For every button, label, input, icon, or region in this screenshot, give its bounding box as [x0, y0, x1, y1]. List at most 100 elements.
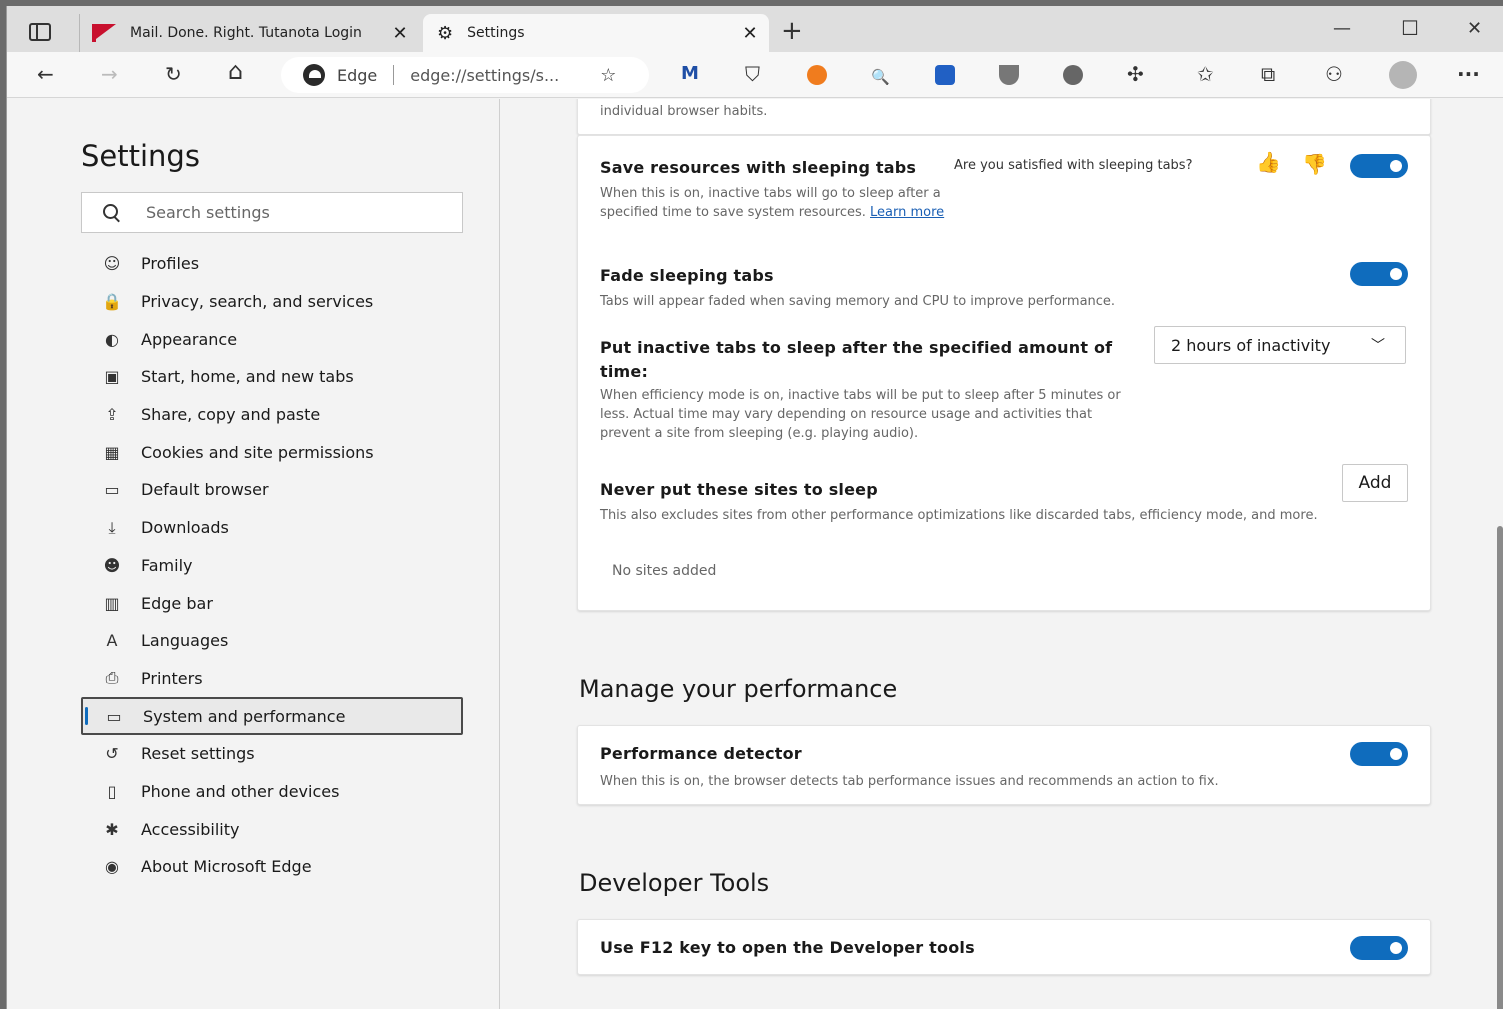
extension-search-icon[interactable]: 🔍 [871, 65, 890, 89]
sidebar-item-edge-bar[interactable]: ▥ Edge bar [81, 584, 463, 622]
toolbar: ← → ↻ ⌂ Edge edge://settings/s... ☆ M ⛉ … [7, 52, 1503, 98]
scrollbar[interactable] [1497, 526, 1503, 1009]
thumbs-down-icon[interactable]: 👎 [1302, 152, 1327, 176]
sidebar-item-appearance[interactable]: ◐ Appearance [81, 320, 463, 358]
sidebar-item-downloads[interactable]: ⤓ Downloads [81, 509, 463, 547]
sidebar-nav: ☺ Profiles 🔒 Privacy, search, and services… [81, 245, 463, 886]
sidebar-item-languages[interactable]: A Languages [81, 622, 463, 660]
sidebar-item-label: Edge bar [141, 593, 213, 613]
setting-description: When this is on, inactive tabs will go t… [600, 184, 950, 222]
back-icon[interactable]: ← [37, 62, 54, 86]
laptop-icon: ▭ [106, 706, 122, 726]
sidebar-item-cookies[interactable]: ▦ Cookies and site permissions [81, 433, 463, 471]
sidebar-item-privacy[interactable]: 🔒 Privacy, search, and services [81, 283, 463, 321]
sleeping-tabs-toggle[interactable] [1350, 154, 1408, 178]
cookies-icon: ▦ [104, 442, 120, 462]
extension-orange-icon[interactable] [807, 65, 827, 85]
setting-description: This also excludes sites from other perf… [600, 508, 1318, 523]
previous-setting-card: individual browser habits. [577, 99, 1431, 135]
extension-blue-shield-icon[interactable] [935, 65, 955, 85]
sidebar-item-label: Downloads [141, 518, 229, 538]
tab-title: Settings [467, 25, 525, 41]
add-site-button[interactable]: Add [1342, 464, 1408, 502]
edge-logo-icon [303, 64, 325, 86]
refresh-icon[interactable]: ↻ [165, 62, 182, 86]
tab-tutanota[interactable]: Mail. Done. Right. Tutanota Login ✕ [79, 14, 419, 52]
sidebar-item-label: Phone and other devices [141, 781, 340, 801]
favorite-star-icon[interactable]: ☆ [600, 65, 616, 86]
address-bar[interactable]: Edge edge://settings/s... ☆ [281, 57, 649, 93]
printer-icon: ⎙ [105, 668, 119, 688]
edge-bar-icon: ▥ [104, 593, 120, 613]
sidebar-item-system-performance[interactable]: ▭ System and performance [81, 697, 463, 735]
sidebar-item-family[interactable]: ☻ Family [81, 547, 463, 585]
f12-card: Use F12 key to open the Developer tools [577, 919, 1431, 975]
thumbs-up-icon[interactable]: 👍 [1256, 150, 1281, 174]
fade-tabs-toggle[interactable] [1350, 262, 1408, 286]
extensions-puzzle-icon[interactable]: ✣ [1127, 62, 1144, 86]
performance-detector-toggle[interactable] [1350, 742, 1408, 766]
setting-title: Save resources with sleeping tabs [600, 158, 917, 177]
sidebar-item-label: Printers [141, 668, 203, 688]
extension-badge-icon[interactable] [1063, 65, 1083, 85]
extension-m-icon[interactable]: M [681, 62, 699, 86]
collections-icon[interactable]: ⧉ [1261, 62, 1275, 86]
performance-detector-card: Performance detector When this is on, th… [577, 725, 1431, 805]
tab-strip: Mail. Done. Right. Tutanota Login ✕ ⚙ Se… [7, 6, 1503, 52]
share-icon[interactable]: ⚇ [1325, 62, 1343, 86]
sidebar-item-phone[interactable]: ▯ Phone and other devices [81, 773, 463, 811]
divider [393, 65, 395, 85]
sidebar-item-share-copy[interactable]: ⇪ Share, copy and paste [81, 396, 463, 434]
sidebar-item-label: Share, copy and paste [141, 405, 321, 425]
edge-logo-icon: ◉ [105, 857, 119, 877]
sidebar-item-accessibility[interactable]: ✱ Accessibility [81, 810, 463, 848]
forward-icon[interactable]: → [101, 62, 118, 86]
sidebar-item-reset[interactable]: ↺ Reset settings [81, 735, 463, 773]
minimize-icon[interactable]: — [1333, 18, 1351, 39]
close-window-icon[interactable]: ✕ [1467, 18, 1482, 39]
sidebar-item-label: System and performance [143, 706, 346, 726]
browser-window: Mail. Done. Right. Tutanota Login ✕ ⚙ Se… [6, 6, 1503, 1009]
sidebar-item-about[interactable]: ◉ About Microsoft Edge [81, 848, 463, 886]
shield-extension-icon[interactable]: ⛉ [745, 62, 760, 86]
profile-icon: ☺ [103, 254, 121, 274]
search-input[interactable] [146, 203, 446, 222]
section-heading: Developer Tools [579, 869, 770, 897]
sidebar-item-label: Privacy, search, and services [141, 292, 374, 312]
inactivity-select[interactable]: 2 hours of inactivity ﹀ [1154, 326, 1406, 364]
share-icon: ⇪ [105, 405, 119, 425]
search-box[interactable] [81, 192, 463, 233]
palette-icon: ◐ [105, 329, 119, 349]
favorites-icon[interactable]: ✩ [1197, 62, 1214, 86]
sidebar-item-default-browser[interactable]: ▭ Default browser [81, 471, 463, 509]
browser-icon: ▭ [104, 480, 120, 500]
more-icon[interactable]: ··· [1457, 62, 1480, 86]
setting-title: Fade sleeping tabs [600, 266, 774, 285]
home-icon[interactable]: ⌂ [228, 59, 243, 83]
setting-description: When this is on, the browser detects tab… [600, 774, 1219, 789]
gear-icon: ⚙ [437, 22, 454, 44]
settings-content: individual browser habits. Save resource… [501, 99, 1503, 1009]
learn-more-link[interactable]: Learn more [870, 205, 944, 220]
url-text[interactable]: edge://settings/s... [410, 66, 580, 85]
extension-gray-shield-icon[interactable] [999, 65, 1019, 85]
close-tab-icon[interactable]: ✕ [739, 23, 761, 44]
maximize-icon[interactable]: ☐ [1401, 16, 1419, 40]
phone-icon: ▯ [107, 781, 117, 801]
tab-settings[interactable]: ⚙ Settings ✕ [423, 14, 769, 52]
profile-avatar[interactable] [1389, 61, 1417, 89]
sidebar-item-profiles[interactable]: ☺ Profiles [81, 245, 463, 283]
tab-title: Mail. Done. Right. Tutanota Login [130, 25, 362, 41]
sidebar-item-label: Appearance [141, 329, 238, 349]
sidebar-item-start-home[interactable]: ▣ Start, home, and new tabs [81, 358, 463, 396]
new-tab-icon: ▣ [104, 367, 120, 387]
f12-toggle[interactable] [1350, 936, 1408, 960]
vertical-tabs-icon[interactable] [29, 23, 51, 41]
new-tab-button[interactable]: + [781, 18, 803, 44]
sidebar-item-printers[interactable]: ⎙ Printers [81, 660, 463, 698]
close-tab-icon[interactable]: ✕ [389, 23, 411, 44]
setting-title: Use F12 key to open the Developer tools [600, 938, 975, 957]
reset-icon: ↺ [105, 744, 119, 764]
sidebar-item-label: Start, home, and new tabs [141, 367, 354, 387]
sidebar-item-label: Cookies and site permissions [141, 442, 374, 462]
